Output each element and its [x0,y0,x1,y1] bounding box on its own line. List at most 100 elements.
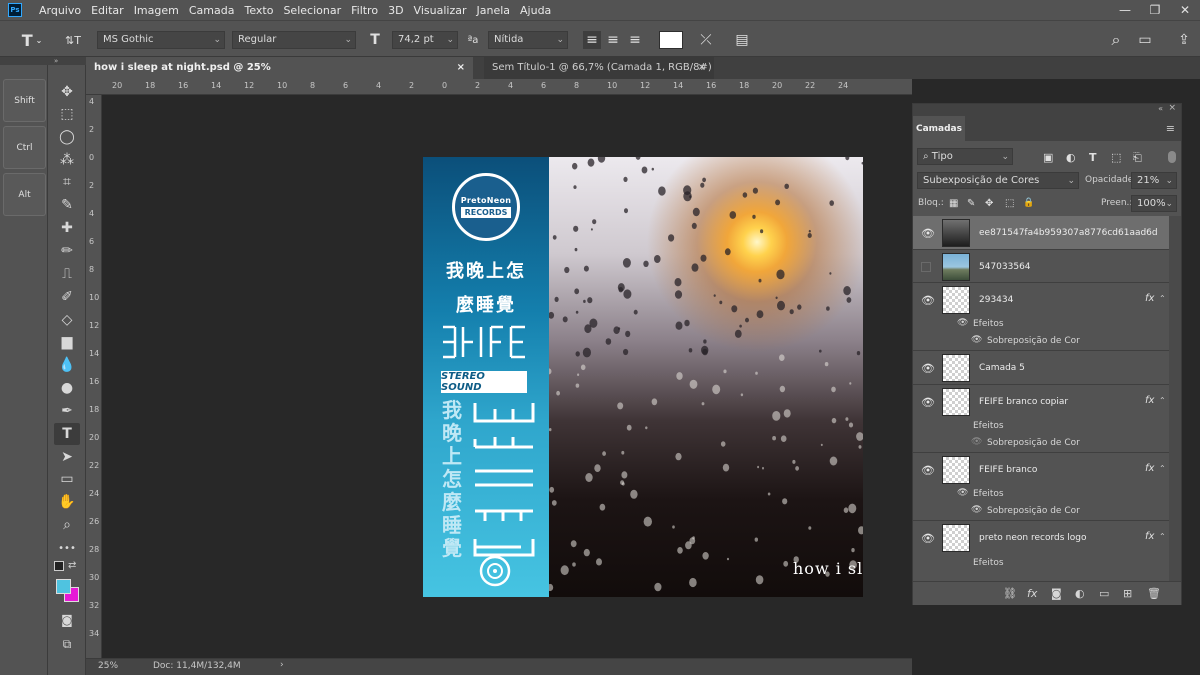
lock-artboard-icon[interactable]: ⬚ [1005,198,1014,209]
layer-name[interactable]: 547033564 [979,262,1031,272]
font-style-select[interactable]: Regular ⌄ [232,31,356,49]
lock-position-icon[interactable]: ✥ [985,198,993,209]
align-right-button[interactable]: ≡ [626,31,644,49]
menu-imagem[interactable]: Imagem [129,4,184,17]
gradient-tool-icon[interactable]: ▆ [54,331,80,353]
blend-mode-select[interactable]: Subexposição de Cores ⌄ [917,172,1079,189]
filter-smart-object-icon[interactable]: ⎗ [1133,151,1142,165]
clone-stamp-tool-icon[interactable]: ⎍ [54,263,80,285]
warp-text-icon[interactable]: ⤫ [697,31,715,49]
history-brush-tool-icon[interactable]: ✐ [54,286,80,308]
layer-name[interactable]: ee871547fa4b959307a8776cd61aad6d [979,228,1158,238]
eye-icon[interactable]: 👁 [921,532,935,545]
menu-arquivo[interactable]: Arquivo [34,4,86,17]
effects-eye-icon[interactable]: 👁 [957,488,968,498]
search-icon[interactable]: ⌕ [1107,30,1125,49]
add-style-icon[interactable]: fx [1027,587,1037,600]
tab-camadas[interactable]: Camadas [913,116,965,141]
brush-tool-icon[interactable]: ✏ [54,240,80,262]
zoom-level[interactable]: 25% [98,661,118,671]
lock-all-icon[interactable]: 🔒 [1023,198,1034,208]
filter-shape-icon[interactable]: ⬚ [1111,151,1121,164]
chevron-up-icon[interactable]: ⌃ [1159,396,1166,405]
collapse-panel-icon[interactable]: « [1158,104,1163,113]
close-panel-icon[interactable]: × [1168,103,1176,113]
tab-sem-titulo-1[interactable]: Sem Título-1 @ 66,7% (Camada 1, RGB/8#) … [484,57,714,95]
menu-janela[interactable]: Janela [471,4,515,17]
dodge-tool-icon[interactable]: ● [54,377,80,399]
effect-eye-icon[interactable]: 👁 [971,505,982,515]
zoom-tool-icon[interactable]: ⌕ [54,514,80,536]
eye-icon[interactable]: 👁 [921,227,935,240]
restore-button[interactable]: ❐ [1140,0,1170,20]
edit-toolbar-icon[interactable]: ••• [54,537,80,559]
filter-kind-select[interactable]: ⌕ Tipo ⌄ [917,148,1013,165]
album-cover-artwork[interactable]: PretoNeon RECORDS 我晚上怎 麼睡覺 STEREO SOUND … [423,157,863,597]
menu-texto[interactable]: Texto [239,4,278,17]
menu-selecionar[interactable]: Selecionar [278,4,346,17]
eye-icon[interactable]: 👁 [921,464,935,477]
layer-name[interactable]: Camada 5 [979,363,1025,373]
chevron-up-icon[interactable]: ⌃ [1159,532,1166,541]
layer-row[interactable]: 👁 preto neon records logo fx ⌃ Efeitos [913,521,1169,581]
effects-eye-icon[interactable]: 👁 [957,318,968,328]
chevron-up-icon[interactable]: ⌃ [1159,464,1166,473]
effect-eye-icon[interactable]: 👁 [971,437,982,447]
add-mask-icon[interactable]: ◙ [1051,587,1062,600]
eraser-tool-icon[interactable]: ◇ [54,309,80,331]
menu-filtro[interactable]: Filtro [346,4,383,17]
eyedropper-tool-icon[interactable]: ✎ [54,194,80,216]
layer-row[interactable]: 👁 FEIFE branco copiar fx ⌃ Efeitos 👁 Sob… [913,385,1169,453]
new-group-icon[interactable]: ▭ [1099,587,1109,600]
font-family-select[interactable]: MS Gothic ⌄ [97,31,225,49]
lasso-tool-icon[interactable]: ◯ [54,126,80,148]
layers-scrollbar[interactable] [1169,216,1181,581]
layer-row[interactable]: 👁 FEIFE branco fx ⌃ 👁 Efeitos 👁 Sobrepos… [913,453,1169,521]
align-left-button[interactable]: ≡ [583,31,601,49]
eye-icon[interactable]: 👁 [921,294,935,307]
close-icon[interactable]: × [698,57,706,79]
effect-eye-icon[interactable]: 👁 [971,335,982,345]
filter-adjustment-icon[interactable]: ◐ [1066,151,1076,164]
layer-name[interactable]: 293434 [979,295,1013,305]
menu-camada[interactable]: Camada [184,4,240,17]
visibility-toggle[interactable] [921,262,931,272]
quick-mask-icon[interactable]: ◙ [54,609,80,631]
hand-tool-icon[interactable]: ✋ [54,491,80,513]
scroll-up-icon[interactable] [1171,220,1179,226]
eye-icon[interactable]: 👁 [921,396,935,409]
panel-menu-icon[interactable]: ≡ [1166,122,1175,135]
fill-input[interactable]: 100% ⌄ [1131,195,1177,212]
new-layer-icon[interactable]: ⊞ [1123,587,1132,600]
filter-pixel-icon[interactable]: ▣ [1043,151,1053,164]
delete-layer-icon[interactable]: 🗑 [1147,587,1161,600]
text-orientation-icon[interactable]: ⇅T [62,31,84,49]
menu-editar[interactable]: Editar [86,4,129,17]
rectangle-tool-icon[interactable]: ▭ [54,468,80,490]
link-layers-icon[interactable]: ⛓ [1003,587,1017,600]
share-icon[interactable]: ⇪ [1175,31,1193,49]
layer-row[interactable]: 547033564 [913,250,1169,283]
status-menu-arrow-icon[interactable]: › [280,660,284,670]
tab-how-i-sleep-at-night[interactable]: how i sleep at night.psd @ 25% (ee871547… [86,57,473,95]
move-tool-icon[interactable]: ✥ [54,81,80,103]
eye-icon[interactable]: 👁 [921,362,935,375]
alt-key-button[interactable]: Alt [3,173,46,216]
workspace-icon[interactable]: ▭ [1133,31,1157,49]
minimize-button[interactable]: — [1110,0,1140,20]
layer-name[interactable]: FEIFE branco [979,465,1037,475]
font-size-select[interactable]: 74,2 pt ⌄ [392,31,458,49]
character-panel-icon[interactable]: ▤ [733,31,751,49]
layer-name[interactable]: preto neon records logo [979,533,1087,543]
close-icon[interactable]: × [457,57,465,79]
fx-icon[interactable]: fx [1145,463,1154,474]
menu-ajuda[interactable]: Ajuda [515,4,556,17]
chevron-up-icon[interactable]: ⌃ [1159,294,1166,303]
filter-toggle[interactable] [1168,151,1176,163]
ctrl-key-button[interactable]: Ctrl [3,126,46,169]
opacity-input[interactable]: 21% ⌄ [1131,172,1177,189]
layer-row[interactable]: 👁 ee871547fa4b959307a8776cd61aad6d [913,216,1169,250]
close-window-button[interactable]: ✕ [1170,0,1200,20]
screen-mode-icon[interactable]: ⧉ [54,633,80,655]
swap-colors-icon[interactable]: ⇄ [68,560,76,571]
